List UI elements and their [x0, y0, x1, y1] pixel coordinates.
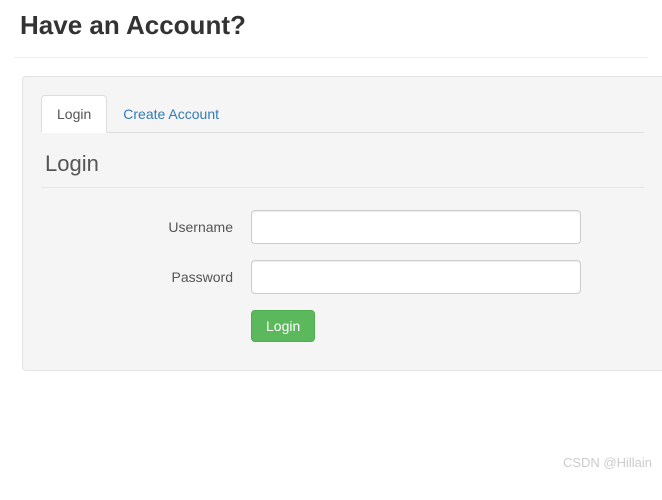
auth-tabs: Login Create Account [41, 95, 644, 133]
password-input[interactable] [251, 260, 581, 294]
tab-login[interactable]: Login [41, 95, 107, 133]
section-title: Login [45, 151, 644, 177]
password-row: Password [41, 260, 644, 294]
page-title: Have an Account? [0, 0, 662, 57]
watermark: CSDN @Hillain [563, 455, 652, 470]
username-input[interactable] [251, 210, 581, 244]
submit-row: Login [41, 310, 644, 342]
login-button[interactable]: Login [251, 310, 315, 342]
submit-offset [41, 310, 251, 342]
login-panel: Login Create Account Login Username Pass… [22, 76, 662, 371]
section-divider [41, 187, 644, 188]
tab-create-account[interactable]: Create Account [107, 95, 235, 133]
username-label: Username [41, 219, 251, 235]
title-divider [14, 57, 648, 58]
username-row: Username [41, 210, 644, 244]
password-label: Password [41, 269, 251, 285]
